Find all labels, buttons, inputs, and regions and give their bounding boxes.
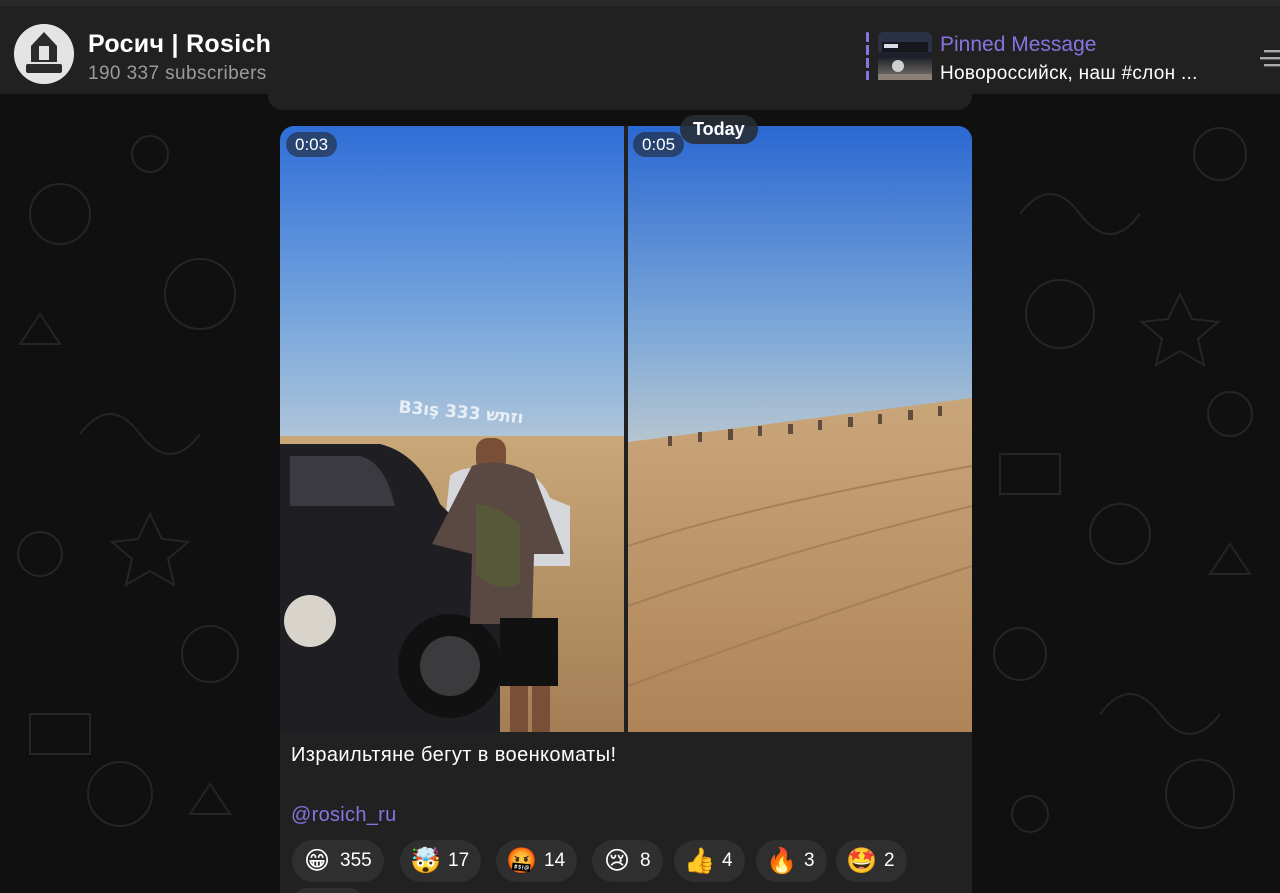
reaction-mind-blown[interactable]: 🤯 17 <box>400 840 482 882</box>
reaction-count: 8 <box>640 850 651 871</box>
reaction-swearing[interactable]: 🤬 14 <box>496 840 578 882</box>
grinning-emoji-icon: 😁 <box>303 847 331 875</box>
reaction-count: 3 <box>804 850 815 871</box>
fire-emoji-icon: 🔥 <box>766 847 798 875</box>
crying-face-emoji-icon: 😢 <box>603 847 631 875</box>
reaction-count: 355 <box>340 850 372 871</box>
date-badge: Today <box>680 115 758 144</box>
reaction-crying[interactable]: 😢 8 <box>592 840 663 882</box>
reaction-count: 17 <box>448 850 470 871</box>
video-frame-1: B3ış 333 וזתש <box>280 126 624 732</box>
pinned-indicator-bar <box>866 32 869 86</box>
video-frame-2 <box>628 126 972 732</box>
message-bubble: B3ış 333 וזתש 0:03 0:05 Израильтяне бегу… <box>280 126 972 893</box>
swearing-face-emoji-icon: 🤬 <box>506 847 538 875</box>
video-thumbnail-2[interactable]: 0:05 <box>628 126 972 732</box>
reaction-thumbs-up[interactable]: 👍 4 <box>674 840 745 882</box>
channel-avatar[interactable] <box>14 24 74 84</box>
previous-message-bubble <box>268 80 972 110</box>
video-thumbnail-1[interactable]: B3ış 333 וזתש 0:03 <box>280 126 624 732</box>
pinned-label: Pinned Message <box>940 33 1097 56</box>
subscriber-count: 190 337 subscribers <box>88 63 267 84</box>
more-reactions-chip[interactable] <box>292 888 364 893</box>
avatar-helmet-icon <box>14 24 74 84</box>
pinned-thumbnail-image <box>878 32 932 86</box>
reaction-count: 14 <box>544 850 566 871</box>
video-duration-1: 0:03 <box>286 132 338 157</box>
channel-title[interactable]: Росич | Rosich <box>88 30 271 59</box>
thumbs-up-emoji-icon: 👍 <box>684 847 716 875</box>
pinned-thumbnail <box>878 32 932 86</box>
reaction-star-struck[interactable]: 🤩 2 <box>836 840 907 882</box>
reaction-fire[interactable]: 🔥 3 <box>756 840 827 882</box>
message-caption: Израильтяне бегут в военкоматы! <box>291 744 617 766</box>
video-duration-2: 0:05 <box>633 132 685 157</box>
pinned-preview-text: Новороссийск, наш #слон ... <box>940 63 1198 84</box>
channel-handle-link[interactable]: @rosich_ru <box>291 804 397 827</box>
reaction-count: 4 <box>722 850 733 871</box>
star-struck-emoji-icon: 🤩 <box>846 847 878 875</box>
exploding-head-emoji-icon: 🤯 <box>410 847 442 875</box>
reaction-grin[interactable]: 😁 355 <box>292 840 384 882</box>
media-album: B3ış 333 וזתש 0:03 0:05 <box>280 126 972 732</box>
menu-lines-icon <box>1260 50 1280 67</box>
menu-icon[interactable] <box>1260 46 1280 72</box>
pinned-message[interactable]: Pinned Message Новороссийск, наш #слон .… <box>866 32 1246 86</box>
reaction-count: 2 <box>884 850 895 871</box>
